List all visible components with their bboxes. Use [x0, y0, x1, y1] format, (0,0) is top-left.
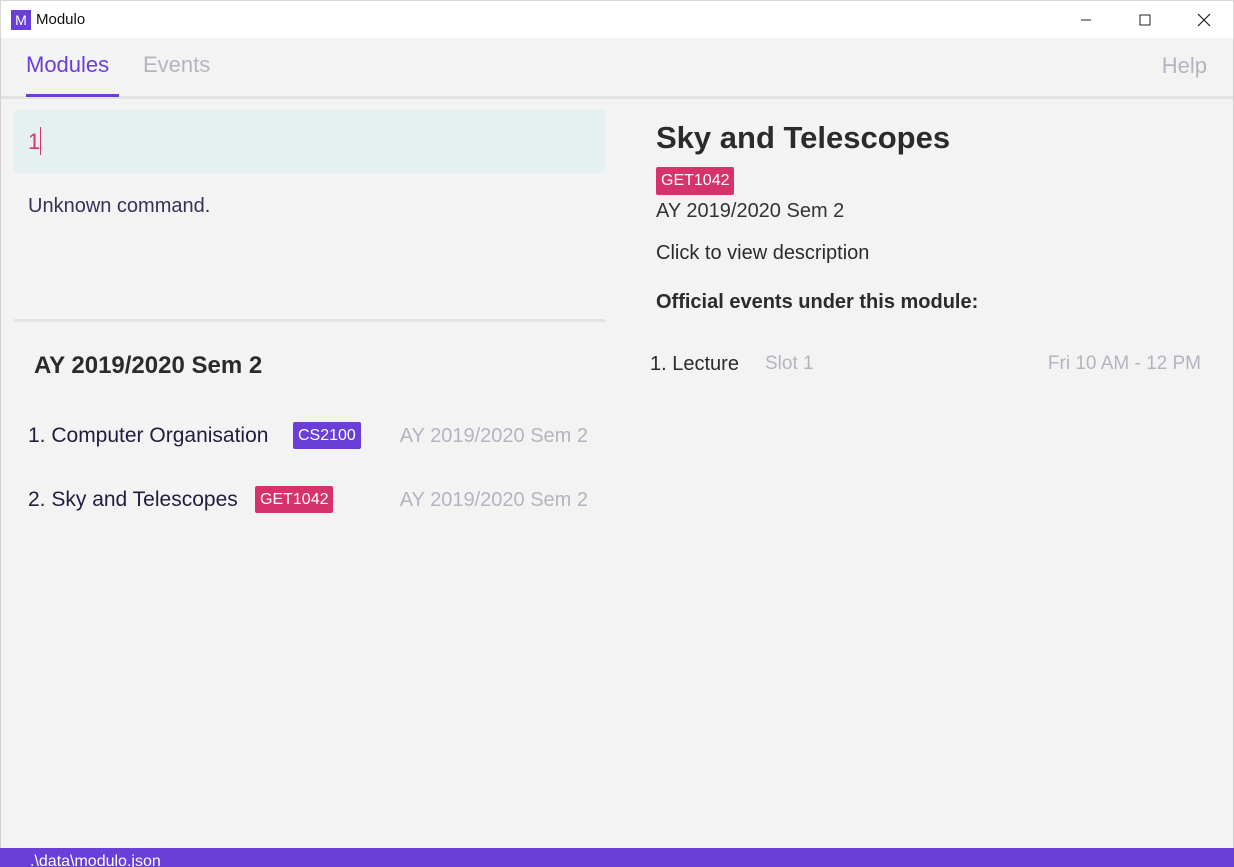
- detail-semester: AY 2019/2020 Sem 2: [656, 200, 845, 222]
- status-bar: .\data\modulo.json: [0, 848, 1234, 867]
- module-semester: AY 2019/2020 Sem 2: [399, 489, 588, 511]
- minimize-icon: [1080, 19, 1091, 21]
- minimize-button[interactable]: [1056, 1, 1115, 39]
- command-result: Unknown command.: [28, 195, 211, 217]
- view-description-link[interactable]: Click to view description: [656, 242, 869, 265]
- module-semester: AY 2019/2020 Sem 2: [399, 425, 588, 447]
- module-list-heading: AY 2019/2020 Sem 2: [34, 352, 263, 379]
- maximize-button[interactable]: [1115, 1, 1174, 39]
- event-name: 1. Lecture: [650, 353, 739, 375]
- maximize-icon: [1139, 14, 1150, 26]
- tab-modules[interactable]: Modules: [26, 52, 109, 78]
- close-icon: [1197, 13, 1210, 27]
- module-code-badge: GET1042: [255, 486, 334, 513]
- list-item[interactable]: 2. Sky and Telescopes GET1042 AY 2019/20…: [28, 486, 588, 516]
- help-button[interactable]: Help: [1162, 53, 1207, 79]
- title-bar: M Modulo: [0, 0, 1234, 38]
- list-item[interactable]: 1. Computer Organisation CS2100 AY 2019/…: [28, 422, 588, 452]
- command-input-value: 1: [28, 129, 41, 154]
- tab-bar: Modules Events Help: [1, 38, 1233, 99]
- detail-code-badge: GET1042: [656, 167, 735, 195]
- detail-title: Sky and Telescopes: [656, 120, 951, 155]
- active-tab-indicator: [26, 94, 119, 97]
- module-name: 2. Sky and Telescopes: [28, 488, 238, 511]
- event-slot: Slot 1: [765, 353, 814, 374]
- app-logo-icon: M: [11, 9, 31, 30]
- window-border: [0, 38, 1, 848]
- tab-events[interactable]: Events: [143, 52, 210, 78]
- command-input[interactable]: 1: [14, 110, 605, 173]
- text-caret: [40, 127, 42, 155]
- data-file-path: .\data\modulo.json: [30, 853, 161, 867]
- panel-divider: [14, 319, 605, 322]
- window-controls: [1056, 1, 1233, 39]
- module-name: 1. Computer Organisation: [28, 424, 269, 447]
- event-time: Fri 10 AM - 12 PM: [1047, 353, 1201, 374]
- module-code-badge: CS2100: [293, 422, 361, 449]
- event-item[interactable]: 1. Lecture Slot 1 Fri 10 AM - 12 PM: [650, 353, 1201, 381]
- window-title: Modulo: [36, 11, 86, 28]
- events-heading: Official events under this module:: [656, 291, 979, 313]
- close-button[interactable]: [1174, 1, 1233, 39]
